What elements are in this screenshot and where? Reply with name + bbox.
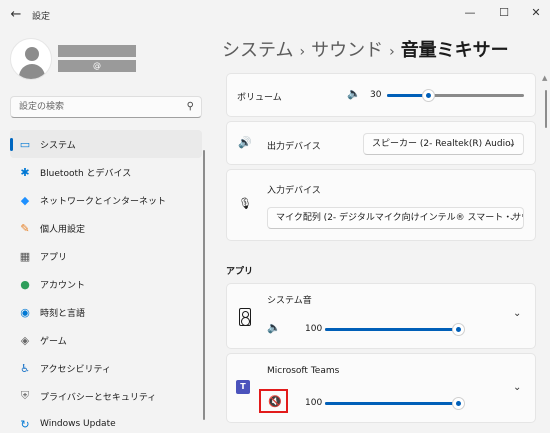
sidebar-item-time-language[interactable]: ◉ 時刻と言語 bbox=[10, 298, 202, 326]
sidebar-item-system[interactable]: ▭ システム bbox=[10, 130, 202, 158]
sidebar-item-label: システム bbox=[40, 140, 76, 151]
volume-value: 30 bbox=[370, 90, 382, 100]
input-device-label: 入力デバイス bbox=[267, 186, 321, 196]
app-card-system-sounds: システム音 🔈 100 ⌄ bbox=[226, 283, 536, 349]
output-device-label: 出力デバイス bbox=[267, 142, 321, 152]
settings-search-box[interactable]: ⚲ bbox=[10, 96, 202, 118]
close-button[interactable]: ✕ bbox=[522, 2, 550, 24]
output-device-dropdown[interactable]: スピーカー (2- Realtek(R) Audio) ⌄ bbox=[363, 133, 524, 155]
system-icon: ▭ bbox=[19, 137, 31, 151]
volume-slider[interactable] bbox=[387, 89, 524, 102]
sidebar-nav: ▭ システム ✱ Bluetooth とデバイス ◆ ネットワークとインターネッ… bbox=[10, 130, 202, 433]
apps-icon: ▦ bbox=[19, 249, 31, 263]
breadcrumb-separator-icon: › bbox=[389, 44, 395, 60]
back-button[interactable]: ← bbox=[6, 6, 26, 24]
breadcrumb-separator-icon: › bbox=[299, 44, 306, 60]
sidebar-item-label: ネットワークとインターネット bbox=[40, 196, 167, 207]
volume-label: ボリューム bbox=[237, 93, 282, 103]
chevron-down-icon: ⌄ bbox=[508, 139, 516, 149]
app-volume-slider[interactable] bbox=[325, 323, 465, 336]
user-email-redacted: @ bbox=[58, 60, 136, 72]
title-bar: ← 設定 — ☐ ✕ bbox=[0, 0, 550, 30]
sidebar-item-accounts[interactable]: ● アカウント bbox=[10, 270, 202, 298]
sidebar-item-label: アカウント bbox=[40, 280, 86, 291]
sidebar-item-network[interactable]: ◆ ネットワークとインターネット bbox=[10, 186, 202, 214]
back-arrow-icon: ← bbox=[10, 7, 22, 22]
accessibility-icon: ♿ bbox=[20, 361, 30, 375]
sidebar-item-bluetooth[interactable]: ✱ Bluetooth とデバイス bbox=[10, 158, 202, 186]
microphone-icon: 🎙 bbox=[238, 197, 252, 210]
speaker-icon[interactable]: 🔈 bbox=[267, 321, 281, 334]
app-volume-slider-thumb[interactable] bbox=[452, 323, 465, 336]
maximize-icon: ☐ bbox=[499, 6, 509, 19]
teams-app-icon: T bbox=[236, 380, 250, 394]
sidebar-item-privacy[interactable]: ⛨ プライバシーとセキュリティ bbox=[10, 382, 202, 410]
page-title: 音量ミキサー bbox=[400, 40, 509, 61]
search-input[interactable] bbox=[11, 97, 171, 117]
main-scrollbar[interactable] bbox=[545, 90, 547, 128]
input-device-dropdown[interactable]: マイク配列 (2- デジタルマイク向けインテル® スマート・サウン ⌄ bbox=[267, 207, 524, 229]
app-volume-slider-fill bbox=[325, 402, 458, 405]
mute-button-highlight bbox=[259, 389, 288, 413]
gamepad-icon: ◈ bbox=[20, 333, 30, 347]
sidebar-item-label: 時刻と言語 bbox=[40, 308, 86, 319]
app-title: 設定 bbox=[32, 12, 51, 22]
avatar[interactable] bbox=[10, 38, 52, 80]
sidebar-item-apps[interactable]: ▦ アプリ bbox=[10, 242, 202, 270]
volume-slider-thumb[interactable] bbox=[422, 89, 435, 102]
sidebar-item-label: 個人用設定 bbox=[40, 224, 86, 235]
app-volume-slider[interactable] bbox=[325, 397, 465, 410]
speaker-icon[interactable]: 🔈 bbox=[347, 87, 361, 100]
sidebar-item-personalization[interactable]: ✎ 個人用設定 bbox=[10, 214, 202, 242]
breadcrumb-sound[interactable]: サウンド bbox=[311, 40, 383, 61]
app-name: システム音 bbox=[267, 296, 312, 306]
apps-section-title: アプリ bbox=[226, 267, 254, 277]
chevron-down-icon: ⌄ bbox=[508, 213, 516, 223]
app-volume-value: 100 bbox=[305, 398, 323, 408]
app-volume-slider-thumb[interactable] bbox=[452, 397, 465, 410]
app-name: Microsoft Teams bbox=[267, 366, 340, 376]
person-icon: ● bbox=[20, 277, 30, 291]
output-device-value: スピーカー (2- Realtek(R) Audio) bbox=[372, 139, 515, 149]
input-device-value: マイク配列 (2- デジタルマイク向けインテル® スマート・サウン bbox=[276, 213, 524, 223]
breadcrumb-system[interactable]: システム bbox=[222, 40, 293, 61]
breadcrumb: システム › サウンド › 音量ミキサー bbox=[222, 36, 509, 62]
sidebar-item-accessibility[interactable]: ♿ アクセシビリティ bbox=[10, 354, 202, 382]
avatar-body bbox=[19, 64, 45, 79]
sidebar-item-label: ゲーム bbox=[40, 336, 67, 347]
sidebar-item-label: Bluetooth とデバイス bbox=[40, 168, 132, 179]
expand-chevron-icon[interactable]: ⌄ bbox=[513, 382, 521, 393]
shield-icon: ⛨ bbox=[20, 389, 30, 402]
sidebar-item-label: アプリ bbox=[40, 252, 68, 263]
sidebar-item-gaming[interactable]: ◈ ゲーム bbox=[10, 326, 202, 354]
sidebar-item-label: アクセシビリティ bbox=[40, 364, 112, 375]
brush-icon: ✎ bbox=[20, 221, 30, 235]
bluetooth-icon: ✱ bbox=[20, 165, 30, 179]
system-sounds-app-icon bbox=[239, 308, 251, 326]
input-device-card: 🎙 入力デバイス マイク配列 (2- デジタルマイク向けインテル® スマート・サ… bbox=[226, 169, 536, 241]
close-icon: ✕ bbox=[531, 6, 541, 19]
sidebar-item-label: プライバシーとセキュリティ bbox=[40, 392, 157, 403]
user-name-redacted bbox=[58, 45, 136, 57]
search-icon[interactable]: ⚲ bbox=[187, 101, 194, 112]
master-volume-card: ボリューム 🔈 30 bbox=[226, 73, 536, 117]
expand-chevron-icon[interactable]: ⌄ bbox=[513, 308, 521, 319]
update-icon: ↻ bbox=[20, 417, 30, 431]
globe-clock-icon: ◉ bbox=[20, 305, 30, 319]
app-volume-value: 100 bbox=[305, 324, 323, 334]
sidebar-item-windows-update[interactable]: ↻ Windows Update bbox=[10, 410, 202, 433]
output-device-card: 🔊 出力デバイス スピーカー (2- Realtek(R) Audio) ⌄ bbox=[226, 121, 536, 165]
maximize-button[interactable]: ☐ bbox=[490, 2, 518, 24]
avatar-head bbox=[25, 47, 39, 61]
app-volume-slider-fill bbox=[325, 328, 458, 331]
minimize-button[interactable]: — bbox=[456, 2, 484, 24]
sidebar-item-label: Windows Update bbox=[40, 419, 116, 429]
minimize-icon: — bbox=[464, 6, 476, 19]
scroll-up-arrow-icon[interactable]: ▲ bbox=[542, 74, 547, 82]
wifi-icon: ◆ bbox=[20, 193, 30, 207]
speaker-output-icon: 🔊 bbox=[238, 136, 252, 149]
sidebar-scrollbar[interactable] bbox=[203, 150, 205, 420]
